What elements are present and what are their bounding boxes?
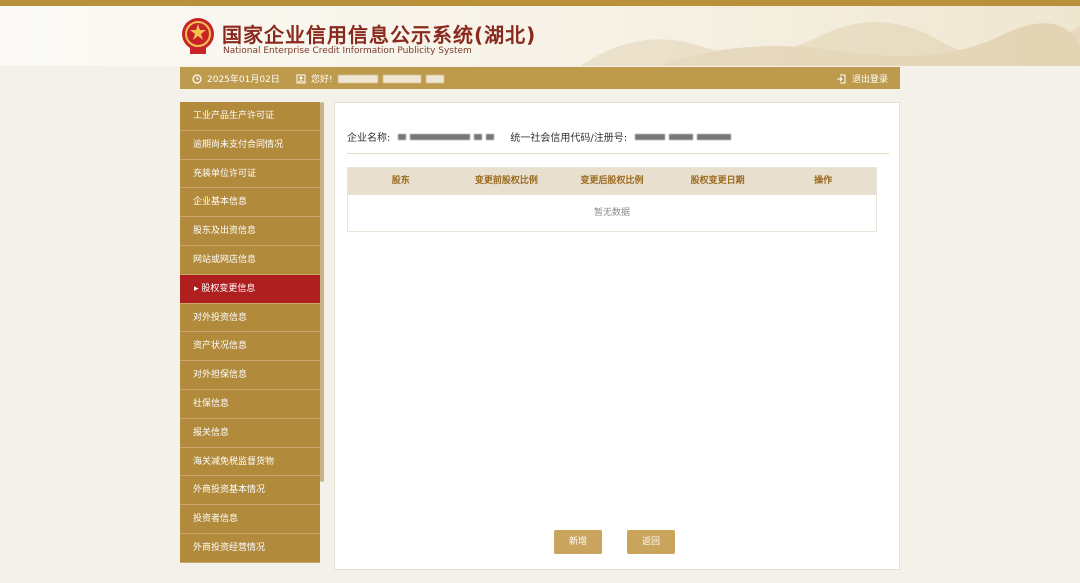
column-header-ratio-before: 变更前股权比例 (474, 176, 538, 186)
masked-credit-code (669, 133, 694, 140)
sidebar-item-guarantees[interactable]: 对外担保信息 (180, 361, 320, 390)
greeting-text: 您好! (311, 75, 333, 85)
decorative-landscape (580, 22, 1080, 66)
sidebar-scrollbar[interactable] (320, 102, 324, 482)
clock-icon (192, 73, 202, 84)
logout-label: 退出登录 (851, 75, 888, 85)
masked-credit-code (635, 133, 666, 140)
sidebar-item-equity-change[interactable]: ▸ 股权变更信息 (180, 274, 320, 304)
user-icon (296, 74, 306, 83)
logout-button[interactable]: 退出登录 (836, 72, 888, 85)
equity-change-table: 股东 变更前股权比例 变更后股权比例 股权变更日期 操作 暂无数据 (347, 167, 877, 232)
site-subtitle: National Enterprise Credit Information P… (223, 46, 472, 56)
logout-icon (836, 74, 846, 83)
sidebar-item-filling-license[interactable]: 充装单位许可证 (180, 159, 320, 189)
date-display: 2025年01月02日 (192, 72, 280, 85)
company-name-label: 企业名称: (347, 133, 391, 144)
column-header-shareholder: 股东 (391, 176, 410, 186)
info-divider (347, 153, 889, 154)
masked-company-name (410, 133, 471, 140)
column-header-actions: 操作 (814, 176, 833, 186)
sidebar-item-website[interactable]: 网站或网店信息 (180, 245, 320, 275)
top-navbar: 2025年01月02日 您好! 退出登录 (180, 67, 900, 89)
site-header: 国家企业信用信息公示系统(湖北) National Enterprise Cre… (0, 6, 1080, 66)
sidebar-item-overdue-contracts[interactable]: 逾期尚未支付合同情况 (180, 130, 320, 160)
sidebar-item-industrial-license[interactable]: 工业产品生产许可证 (180, 102, 320, 131)
sidebar-item-social-security[interactable]: 社保信息 (180, 389, 320, 419)
masked-credit-code (697, 133, 732, 140)
sidebar-item-customs[interactable]: 报关信息 (180, 418, 320, 448)
sidebar-item-foreign-basic[interactable]: 外商投资基本情况 (180, 476, 320, 506)
table-empty-state: 暂无数据 (593, 208, 630, 218)
sidebar-item-outbound-investment[interactable]: 对外投资信息 (180, 303, 320, 333)
sidebar-item-assets[interactable]: 资产状况信息 (180, 332, 320, 362)
sidebar-item-customs-exemption[interactable]: 海关减免税监督货物 (180, 447, 320, 477)
sidebar-item-investors[interactable]: 投资者信息 (180, 505, 320, 534)
back-button[interactable]: 返回 (627, 530, 675, 554)
current-date: 2025年01月02日 (207, 75, 280, 85)
site-title: 国家企业信用信息公示系统(湖北) (222, 23, 537, 47)
masked-username-part (382, 74, 421, 83)
main-panel: 企业名称: 统一社会信用代码/注册号: 股东 变更前股权比例 变更后股权比例 股… (334, 102, 900, 570)
masked-username-part (425, 74, 444, 83)
national-emblem-icon (182, 18, 214, 54)
masked-company-name (398, 133, 407, 140)
column-header-ratio-after: 变更后股权比例 (580, 176, 644, 186)
masked-username (337, 74, 378, 83)
add-button[interactable]: 新增 (554, 530, 602, 554)
masked-company-name (474, 133, 483, 140)
column-header-change-date: 股权变更日期 (690, 176, 745, 186)
user-greeting: 您好! (296, 72, 444, 85)
sidebar-item-foreign-operations[interactable]: 外商投资经营情况 (180, 533, 320, 563)
table-header: 股东 变更前股权比例 变更后股权比例 股权变更日期 操作 (348, 168, 876, 195)
credit-code-label: 统一社会信用代码/注册号: (510, 133, 628, 144)
sidebar-item-basic-info[interactable]: 企业基本信息 (180, 188, 320, 218)
sidebar-menu: 工业产品生产许可证 逾期尚未支付合同情况 充装单位许可证 企业基本信息 股东及出… (180, 102, 320, 572)
company-info-line: 企业名称: 统一社会信用代码/注册号: (347, 129, 735, 144)
masked-company-name (486, 133, 495, 140)
sidebar-item-shareholders[interactable]: 股东及出资信息 (180, 217, 320, 246)
